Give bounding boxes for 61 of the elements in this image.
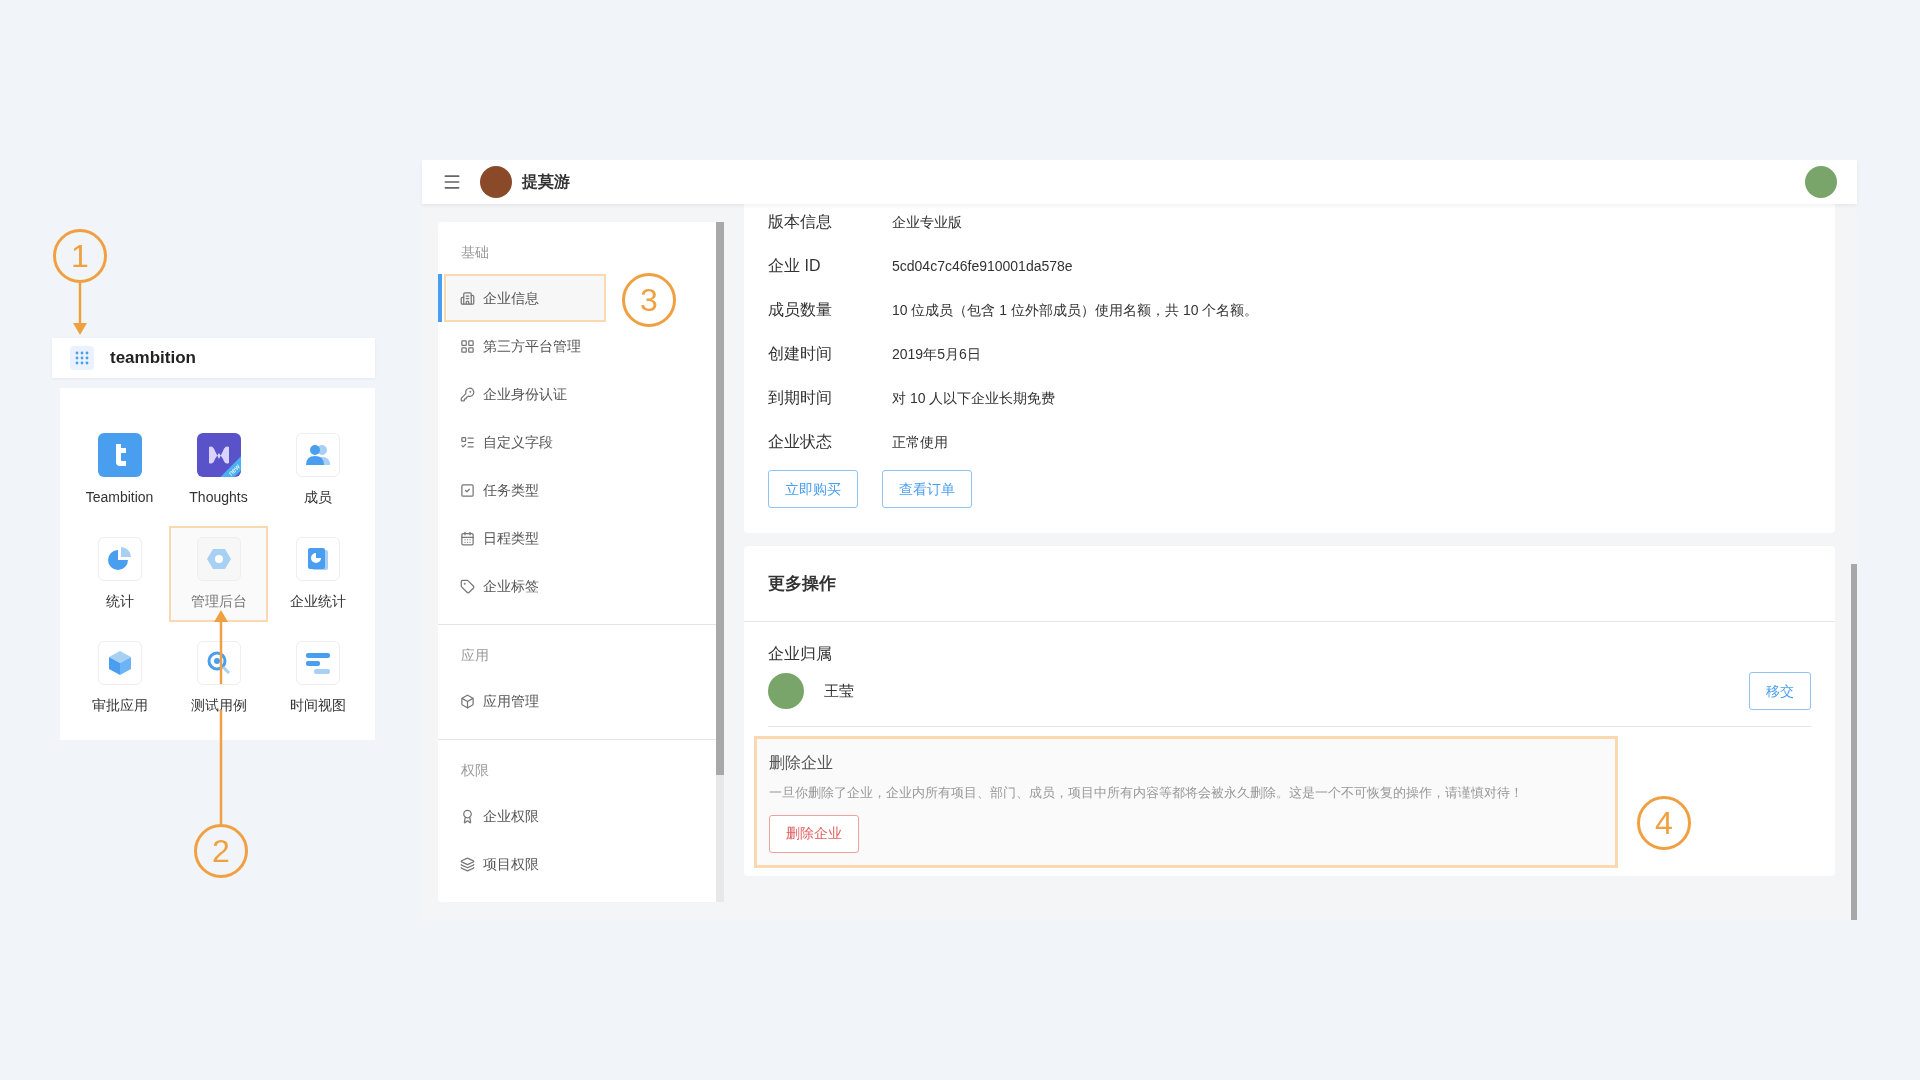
info-label: 创建时间 [768,344,833,364]
app-tile[interactable]: 测试用例 [169,630,268,726]
scrollbar-thumb[interactable] [1851,564,1857,920]
launcher-title: teambition [110,347,196,370]
info-value: 对 10 人以下企业长期免费 [892,388,1056,408]
gear-icon [196,536,241,581]
tag-icon [460,578,475,594]
info-label: 企业状态 [768,432,833,452]
info-value: 2019年5月6日 [892,344,981,364]
callout-number: 1 [53,229,107,283]
report-icon [295,536,340,581]
org-name: 提莫游 [522,172,570,192]
app-tile[interactable]: 企业统计 [268,526,367,622]
badge-icon [460,808,475,824]
info-label: 成员数量 [768,300,833,320]
layers-icon [460,856,475,872]
menu-icon[interactable] [442,172,462,192]
scrollbar-thumb[interactable] [716,222,724,775]
sidebar-heading: 权限 [461,761,490,780]
arrow [72,283,88,335]
info-value: 正常使用 [892,432,948,452]
calendar-icon [460,530,475,546]
user-avatar [1805,166,1837,198]
info-value: 5cd04c7c46fe910001da578e [892,256,1073,276]
app-tile[interactable]: 成员 [268,422,367,518]
owner-name: 王莹 [824,680,854,701]
info-value: 企业专业版 [892,212,962,232]
people-icon [295,432,340,477]
callout-number: 4 [1637,796,1691,850]
owner-avatar [768,673,804,709]
app-tile[interactable]: 审批应用 [70,630,169,726]
key-icon [460,386,475,402]
apps-grid-icon[interactable] [70,346,94,370]
app-tile[interactable]: 时间视图 [268,630,367,726]
building-icon [460,290,475,306]
section-heading: 删除企业 [769,753,834,773]
sidebar-heading: 基础 [461,243,490,262]
section-heading: 企业归属 [768,644,833,664]
list-icon [460,434,475,450]
delete-button[interactable]: 删除企业 [769,814,859,853]
timeline-icon [295,640,340,685]
pie-chart-icon [97,536,142,581]
callout-number: 3 [622,273,676,327]
magnifier-icon [196,640,241,685]
grid-icon [460,338,475,354]
info-label: 到期时间 [768,388,833,408]
cube-icon [460,693,475,709]
app-logo-icon [97,432,142,477]
checkbox-icon [460,482,475,498]
app-tile[interactable]: Teambition [70,422,169,518]
app-tile[interactable]: 管理后台 [169,526,268,622]
info-label: 版本信息 [768,212,833,232]
org-logo [480,166,512,198]
sidebar-heading: 应用 [461,646,490,665]
info-label: 企业 ID [768,256,822,276]
sidebar-item[interactable]: 企业信息 [444,274,606,322]
card-title: 更多操作 [768,572,836,595]
info-value: 10 位成员（包含 1 位外部成员）使用名额，共 10 个名额。 [892,300,1259,320]
callout-number: 2 [194,824,248,878]
app-tile[interactable]: 统计 [70,526,169,622]
cube-icon [97,640,142,685]
